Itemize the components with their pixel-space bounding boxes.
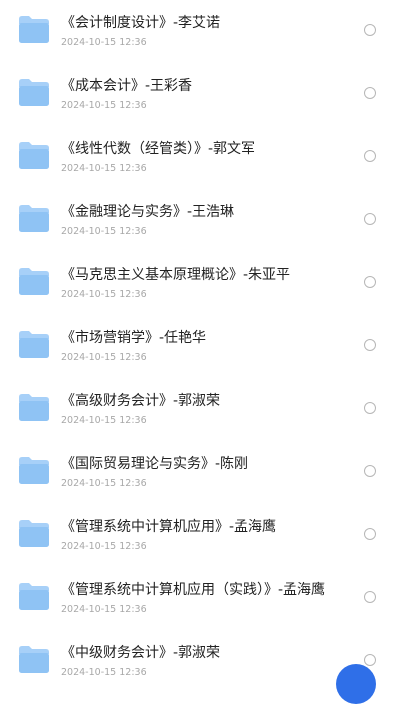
radio-circle-icon[interactable] — [364, 402, 376, 414]
folder-name: 《成本会计》-王彩香 — [61, 78, 193, 94]
radio-circle-icon[interactable] — [364, 87, 376, 99]
folder-name: 《市场营销学》-任艳华 — [61, 330, 207, 346]
folder-date: 2024-10-15 12:36 — [61, 667, 147, 678]
radio-circle-icon[interactable] — [364, 24, 376, 36]
radio-circle-icon[interactable] — [364, 150, 376, 162]
folder-name: 《高级财务会计》-郭淑荣 — [61, 393, 221, 409]
folder-row[interactable]: 《马克思主义基本原理概论》-朱亚平 2024-10-15 12:36 — [0, 266, 400, 329]
folder-name: 《国际贸易理论与实务》-陈刚 — [61, 456, 249, 472]
folder-name: 《管理系统中计算机应用》-孟海鹰 — [61, 519, 277, 535]
folder-name: 《管理系统中计算机应用（实践）》-孟海鹰 — [61, 582, 326, 598]
folder-row[interactable]: 《高级财务会计》-郭淑荣 2024-10-15 12:36 — [0, 392, 400, 455]
folder-row[interactable]: 《会计制度设计》-李艾诺 2024-10-15 12:36 — [0, 14, 400, 77]
folder-icon — [19, 583, 49, 610]
folder-row[interactable]: 《国际贸易理论与实务》-陈刚 2024-10-15 12:36 — [0, 455, 400, 518]
folder-name: 《金融理论与实务》-王浩琳 — [61, 204, 235, 220]
folder-date: 2024-10-15 12:36 — [61, 226, 147, 237]
radio-circle-icon[interactable] — [364, 591, 376, 603]
folder-row[interactable]: 《成本会计》-王彩香 2024-10-15 12:36 — [0, 77, 400, 140]
folder-date: 2024-10-15 12:36 — [61, 37, 147, 48]
folder-icon — [19, 268, 49, 295]
folder-row[interactable]: 《管理系统中计算机应用》-孟海鹰 2024-10-15 12:36 — [0, 518, 400, 581]
folder-name: 《中级财务会计》-郭淑荣 — [61, 645, 221, 661]
radio-circle-icon[interactable] — [364, 465, 376, 477]
folder-icon — [19, 142, 49, 169]
folder-row[interactable]: 《金融理论与实务》-王浩琳 2024-10-15 12:36 — [0, 203, 400, 266]
folder-date: 2024-10-15 12:36 — [61, 352, 147, 363]
radio-circle-icon[interactable] — [364, 528, 376, 540]
folder-icon — [19, 79, 49, 106]
folder-date: 2024-10-15 12:36 — [61, 541, 147, 552]
folder-date: 2024-10-15 12:36 — [61, 289, 147, 300]
folder-icon — [19, 331, 49, 358]
radio-circle-icon[interactable] — [364, 339, 376, 351]
folder-icon — [19, 646, 49, 673]
folder-icon — [19, 457, 49, 484]
folder-date: 2024-10-15 12:36 — [61, 604, 147, 615]
folder-row[interactable]: 《管理系统中计算机应用（实践）》-孟海鹰 2024-10-15 12:36 — [0, 581, 400, 644]
folder-date: 2024-10-15 12:36 — [61, 100, 147, 111]
radio-circle-icon[interactable] — [364, 276, 376, 288]
folder-date: 2024-10-15 12:36 — [61, 478, 147, 489]
folder-icon — [19, 16, 49, 43]
radio-circle-icon[interactable] — [364, 213, 376, 225]
folder-date: 2024-10-15 12:36 — [61, 163, 147, 174]
radio-circle-icon[interactable] — [364, 654, 376, 666]
folder-row[interactable]: 《线性代数（经管类）》-郭文军 2024-10-15 12:36 — [0, 140, 400, 203]
folder-name: 《马克思主义基本原理概论》-朱亚平 — [61, 267, 291, 283]
folder-name: 《线性代数（经管类）》-郭文军 — [61, 141, 256, 157]
folder-row[interactable]: 《市场营销学》-任艳华 2024-10-15 12:36 — [0, 329, 400, 392]
folder-date: 2024-10-15 12:36 — [61, 415, 147, 426]
folder-name: 《会计制度设计》-李艾诺 — [61, 15, 221, 31]
folder-icon — [19, 394, 49, 421]
folder-icon — [19, 520, 49, 547]
folder-icon — [19, 205, 49, 232]
floating-action-button[interactable] — [336, 664, 376, 704]
